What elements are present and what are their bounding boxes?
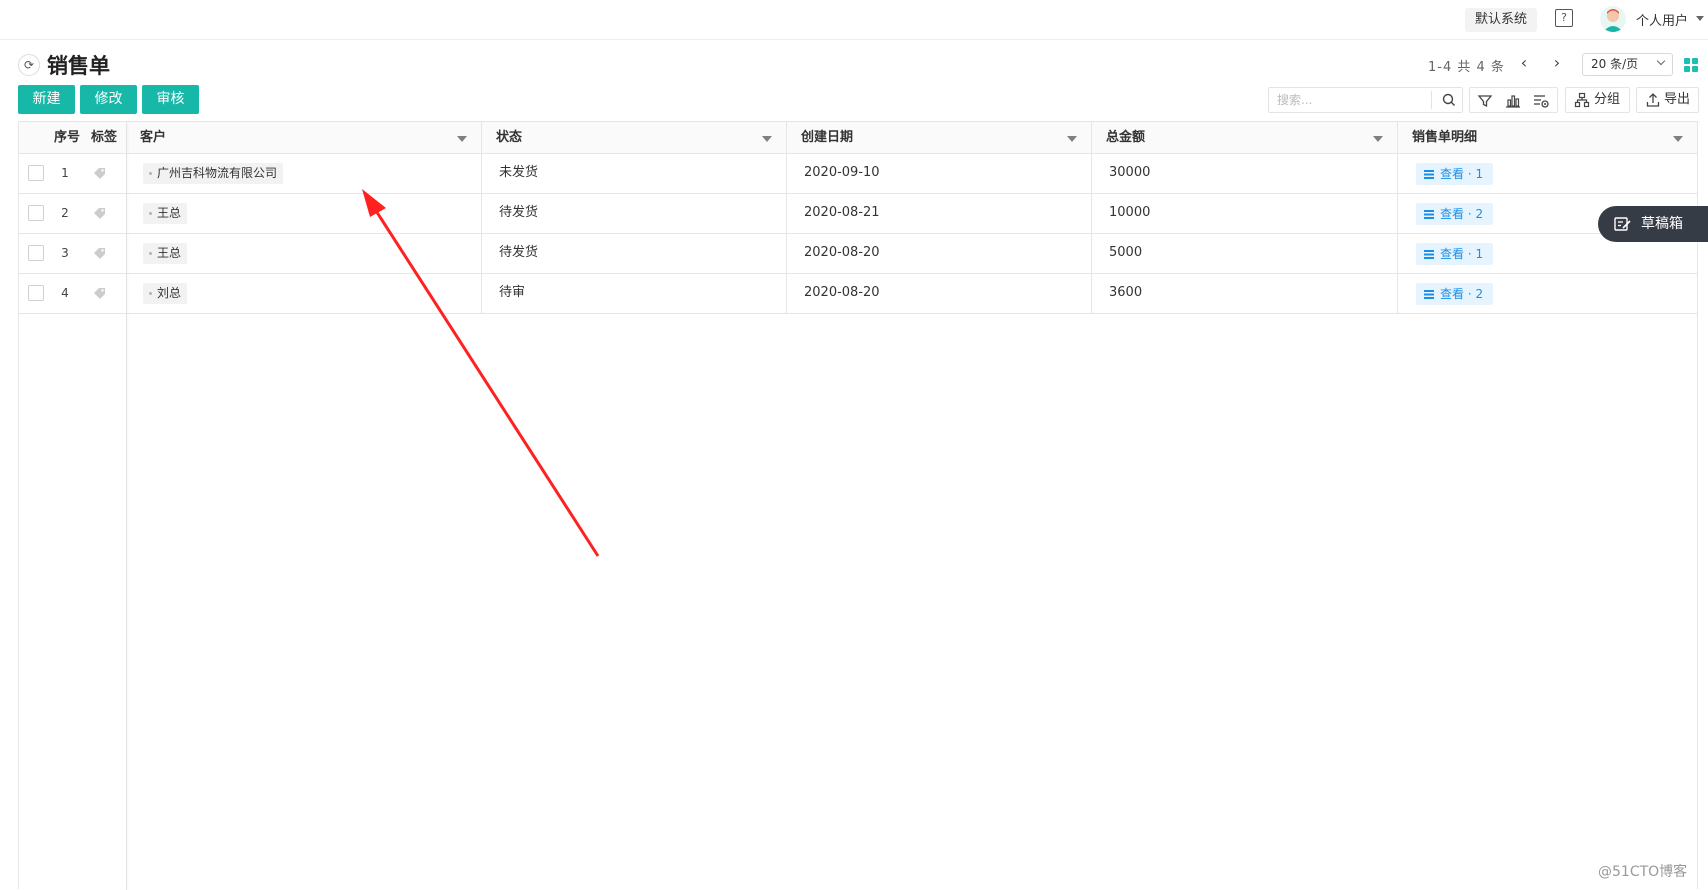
amount-cell: 3600 [1091,274,1397,313]
row-checkbox[interactable] [28,245,44,261]
edit-note-icon [1614,217,1631,231]
prev-page-button[interactable]: ‹ [1515,52,1533,74]
chart-icon[interactable] [1504,92,1522,110]
view-detail-link[interactable]: 查看 · 2 [1416,203,1494,225]
audit-button[interactable]: 审核 [142,85,199,114]
date-cell: 2020-08-20 [786,274,1091,313]
group-label: 分组 [1594,92,1621,107]
status-cell: 未发货 [481,154,786,193]
watermark: @51CTO博客 [1598,864,1688,880]
customer-cell: 刘总 [126,274,481,313]
chevron-down-icon[interactable] [1696,16,1704,21]
list-icon [1424,170,1434,179]
group-button[interactable]: 分组 [1565,87,1630,113]
date-cell: 2020-08-20 [786,234,1091,273]
customer-cell: 王总 [126,194,481,233]
amount-cell: 10000 [1091,194,1397,233]
header-status[interactable]: 状态 [481,122,786,154]
group-icon [1574,92,1590,108]
search-divider [1431,91,1432,109]
list-icon [1424,210,1434,219]
caret-down-icon[interactable] [457,136,467,142]
table-row[interactable]: 1 广州吉科物流有限公司 未发货 2020-09-10 30000 查看 · 1 [19,154,1697,194]
amount-cell: 5000 [1091,234,1397,273]
customer-chip[interactable]: 广州吉科物流有限公司 [143,163,284,184]
table-header: 序号 标签 客户 状态 创建日期 总金额 销售单明细 [19,122,1697,154]
export-button[interactable]: 导出 [1636,87,1699,113]
filter-icon[interactable] [1476,92,1494,110]
avatar[interactable] [1600,6,1626,32]
list-icon [1424,290,1434,299]
row-index: 3 [61,246,69,260]
caret-down-icon[interactable] [1067,136,1077,142]
view-detail-link[interactable]: 查看 · 1 [1416,163,1494,185]
top-bar: 默认系统 ? 个人用户 [0,0,1708,40]
drafts-button[interactable]: 草稿箱 [1598,206,1708,242]
row-checkbox[interactable] [28,285,44,301]
new-button[interactable]: 新建 [18,85,75,114]
list-icon [1424,250,1434,259]
amount-cell: 30000 [1091,154,1397,193]
help-icon[interactable]: ? [1555,9,1573,27]
layout-grid-icon[interactable] [1684,58,1698,72]
page-size-select[interactable]: 20 条/页 [1582,53,1673,76]
column-settings-icon[interactable] [1532,92,1550,110]
caret-down-icon[interactable] [1373,136,1383,142]
edit-button[interactable]: 修改 [80,85,137,114]
header-created-date[interactable]: 创建日期 [786,122,1091,154]
caret-down-icon[interactable] [762,136,772,142]
row-index: 1 [61,166,69,180]
view-detail-link[interactable]: 查看 · 1 [1416,243,1494,265]
table-row[interactable]: 3 王总 待发货 2020-08-20 5000 查看 · 1 [19,234,1697,274]
search-input[interactable] [1269,88,1431,112]
customer-chip[interactable]: 王总 [143,203,188,224]
frozen-column-divider [126,122,127,890]
refresh-icon[interactable]: ⟳ [18,54,40,76]
tag-icon[interactable] [92,166,108,180]
row-checkbox[interactable] [28,165,44,181]
system-switch-button[interactable]: 默认系统 [1465,8,1538,32]
tag-icon[interactable] [92,246,108,260]
status-cell: 待发货 [481,194,786,233]
detail-cell: 查看 · 1 [1397,154,1697,193]
detail-cell: 查看 · 2 [1397,274,1697,313]
view-tools [1469,87,1558,113]
header-customer[interactable]: 客户 [126,122,481,154]
customer-chip[interactable]: 刘总 [143,283,188,304]
page-title: 销售单 [47,54,110,78]
row-index: 2 [61,206,69,220]
next-page-button[interactable]: › [1548,52,1566,74]
view-detail-link[interactable]: 查看 · 2 [1416,283,1494,305]
table-row[interactable]: 4 刘总 待审 2020-08-20 3600 查看 · 2 [19,274,1697,314]
drafts-label: 草稿箱 [1641,216,1683,232]
row-checkbox[interactable] [28,205,44,221]
header-sales-detail[interactable]: 销售单明细 [1397,122,1697,154]
caret-down-icon[interactable] [1673,136,1683,142]
customer-cell: 王总 [126,234,481,273]
status-cell: 待审 [481,274,786,313]
pager-summary: 1-4 共 4 条 [1428,60,1505,75]
status-cell: 待发货 [481,234,786,273]
sales-table: 序号 标签 客户 状态 创建日期 总金额 销售单明细 1 广州吉科物流有限公司 … [18,121,1698,890]
tag-icon[interactable] [92,206,108,220]
header-index: 序号 [54,130,81,145]
date-cell: 2020-09-10 [786,154,1091,193]
date-cell: 2020-08-21 [786,194,1091,233]
user-name[interactable]: 个人用户 [1636,10,1688,29]
header-total-amount[interactable]: 总金额 [1091,122,1397,154]
search-icon[interactable] [1441,92,1457,108]
export-label: 导出 [1664,92,1691,107]
customer-chip[interactable]: 王总 [143,243,188,264]
search-box [1268,87,1463,113]
row-index: 4 [61,286,69,300]
export-icon [1646,93,1660,107]
tag-icon[interactable] [92,286,108,300]
table-row[interactable]: 2 王总 待发货 2020-08-21 10000 查看 · 2 [19,194,1697,234]
chevron-down-icon [1656,56,1666,66]
page-size-value: 20 条/页 [1591,57,1639,71]
customer-cell: 广州吉科物流有限公司 [126,154,481,193]
header-tag: 标签 [91,130,118,145]
